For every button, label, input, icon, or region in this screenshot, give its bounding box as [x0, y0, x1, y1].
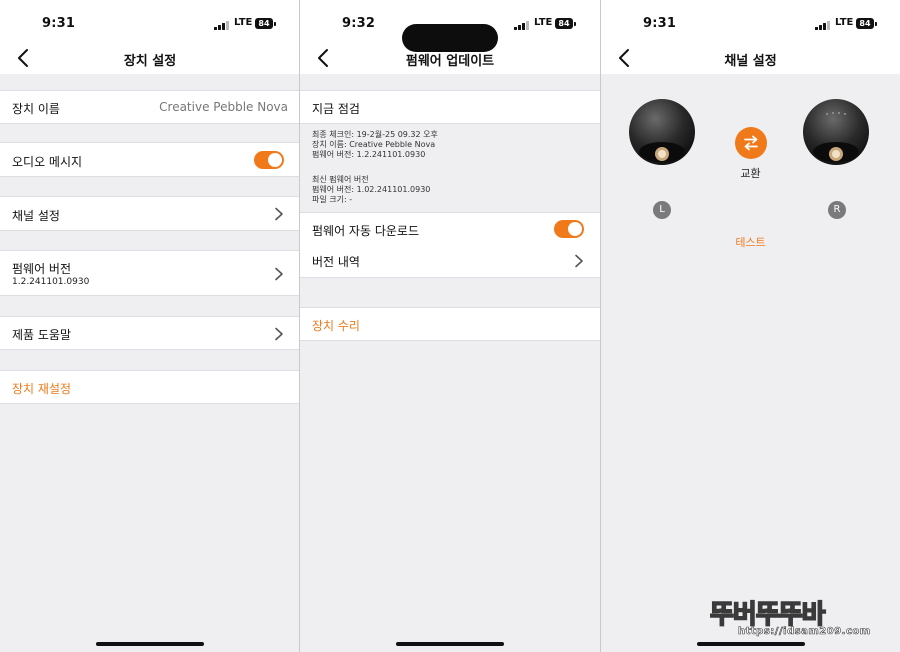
screen-firmware-update: 9:32 LTE 84 펌웨어 업데이트 지금 점검 최종 체크인: 19-2월… — [300, 0, 600, 652]
right-channel-badge: R — [828, 201, 846, 219]
product-help-row[interactable]: 제품 도움말 — [0, 316, 300, 350]
status-bar: 9:32 LTE 84 — [300, 14, 600, 52]
device-repair-label: 장치 수리 — [312, 319, 360, 333]
firmware-version-row[interactable]: 펌웨어 버전 1.2.241101.0930 — [0, 250, 300, 296]
battery-icon: 84 — [856, 18, 877, 29]
latest-firmware-info: 최신 펌웨어 버전 펌웨어 버전: 1.02.241101.0930 파일 크기… — [312, 175, 430, 205]
left-speaker-icon[interactable] — [625, 97, 699, 171]
device-name-row[interactable]: 장치 이름 Creative Pebble Nova — [0, 90, 300, 124]
info-line: 최신 펌웨어 버전 — [312, 175, 369, 184]
chevron-right-icon — [275, 207, 283, 221]
info-line: 장치 이름: Creative Pebble Nova — [312, 140, 436, 149]
page-title: 채널 설정 — [724, 54, 777, 69]
top-bar: 9:31 LTE 84 장치 설정 — [0, 0, 300, 74]
check-now-row[interactable]: 지금 점검 — [300, 90, 600, 124]
product-help-label: 제품 도움말 — [12, 328, 72, 342]
navigation-bar: 장치 설정 — [0, 44, 300, 72]
top-bar: 9:31 LTE 84 채널 설정 — [601, 0, 900, 74]
version-history-row[interactable]: 버전 내역 — [300, 244, 600, 278]
status-bar: 9:31 LTE 84 — [601, 14, 900, 34]
signal-icon — [815, 20, 831, 30]
battery-icon: 84 — [555, 18, 576, 29]
device-reset-row[interactable]: 장치 재설정 — [0, 370, 300, 404]
right-speaker-icon[interactable] — [799, 97, 873, 171]
network-label: LTE — [234, 17, 253, 28]
home-indicator — [396, 642, 504, 646]
signal-icon — [214, 20, 230, 30]
swap-label: 교환 — [740, 167, 761, 180]
auto-download-label: 펌웨어 자동 다운로드 — [312, 224, 419, 238]
info-line: 펌웨어 버전: 1.2.241101.0930 — [312, 150, 426, 159]
network-label: LTE — [534, 17, 553, 28]
watermark-url: https://idsam209.com — [738, 626, 871, 638]
firmware-version-label: 펌웨어 버전 — [12, 262, 72, 276]
test-button[interactable]: 테스트 — [601, 234, 900, 250]
status-time: 9:31 — [643, 16, 677, 31]
swap-channels-button[interactable] — [735, 127, 767, 159]
chevron-right-icon — [275, 267, 283, 281]
info-line: 펌웨어 버전: 1.02.241101.0930 — [312, 185, 431, 194]
top-bar: 9:32 LTE 84 펌웨어 업데이트 — [300, 0, 600, 74]
firmware-version-value: 1.2.241101.0930 — [12, 277, 90, 287]
signal-icon — [514, 20, 530, 30]
info-line: 파일 크기: - — [312, 195, 353, 204]
check-now-label: 지금 점검 — [312, 102, 360, 116]
device-name-value: Creative Pebble Nova — [159, 100, 288, 114]
left-channel-badge: L — [653, 201, 671, 219]
status-time: 9:31 — [42, 16, 76, 31]
device-reset-label: 장치 재설정 — [12, 382, 72, 396]
navigation-bar: 채널 설정 — [601, 44, 900, 72]
version-history-label: 버전 내역 — [312, 255, 360, 269]
screenshot-collage: 9:31 LTE 84 장치 설정 장치 이름 Creative Pebble … — [0, 0, 900, 652]
current-firmware-info: 최종 체크인: 19-2월-25 09.32 오후 장치 이름: Creativ… — [312, 130, 438, 160]
page-title: 펌웨어 업데이트 — [405, 54, 495, 69]
auto-download-toggle[interactable] — [554, 220, 584, 238]
channel-settings-row[interactable]: 채널 설정 — [0, 196, 300, 231]
status-time: 9:32 — [342, 16, 376, 31]
screen-device-settings: 9:31 LTE 84 장치 설정 장치 이름 Creative Pebble … — [0, 0, 300, 652]
screen-channel-settings: 9:31 LTE 84 채널 설정 교환 L R 테스트 뚜버뚜뚜바 https… — [601, 0, 900, 652]
page-title: 장치 설정 — [123, 54, 177, 69]
audio-message-toggle[interactable] — [254, 151, 284, 169]
audio-message-label: 오디오 메시지 — [12, 155, 83, 169]
swap-arrows-icon — [744, 135, 758, 151]
home-indicator — [697, 642, 805, 646]
chevron-right-icon — [275, 327, 283, 341]
device-name-label: 장치 이름 — [12, 102, 60, 116]
device-repair-row[interactable]: 장치 수리 — [300, 307, 600, 341]
status-bar: 9:31 LTE 84 — [0, 14, 300, 34]
network-label: LTE — [835, 17, 854, 28]
chevron-right-icon — [575, 254, 583, 268]
home-indicator — [96, 642, 204, 646]
watermark: 뚜버뚜뚜바 https://idsam209.com — [709, 594, 886, 640]
navigation-bar: 펌웨어 업데이트 — [300, 44, 600, 72]
info-line: 최종 체크인: 19-2월-25 09.32 오후 — [312, 130, 438, 139]
auto-download-row: 펌웨어 자동 다운로드 — [300, 212, 600, 245]
audio-message-row: 오디오 메시지 — [0, 142, 300, 177]
battery-icon: 84 — [255, 18, 276, 29]
channel-settings-label: 채널 설정 — [12, 209, 60, 223]
